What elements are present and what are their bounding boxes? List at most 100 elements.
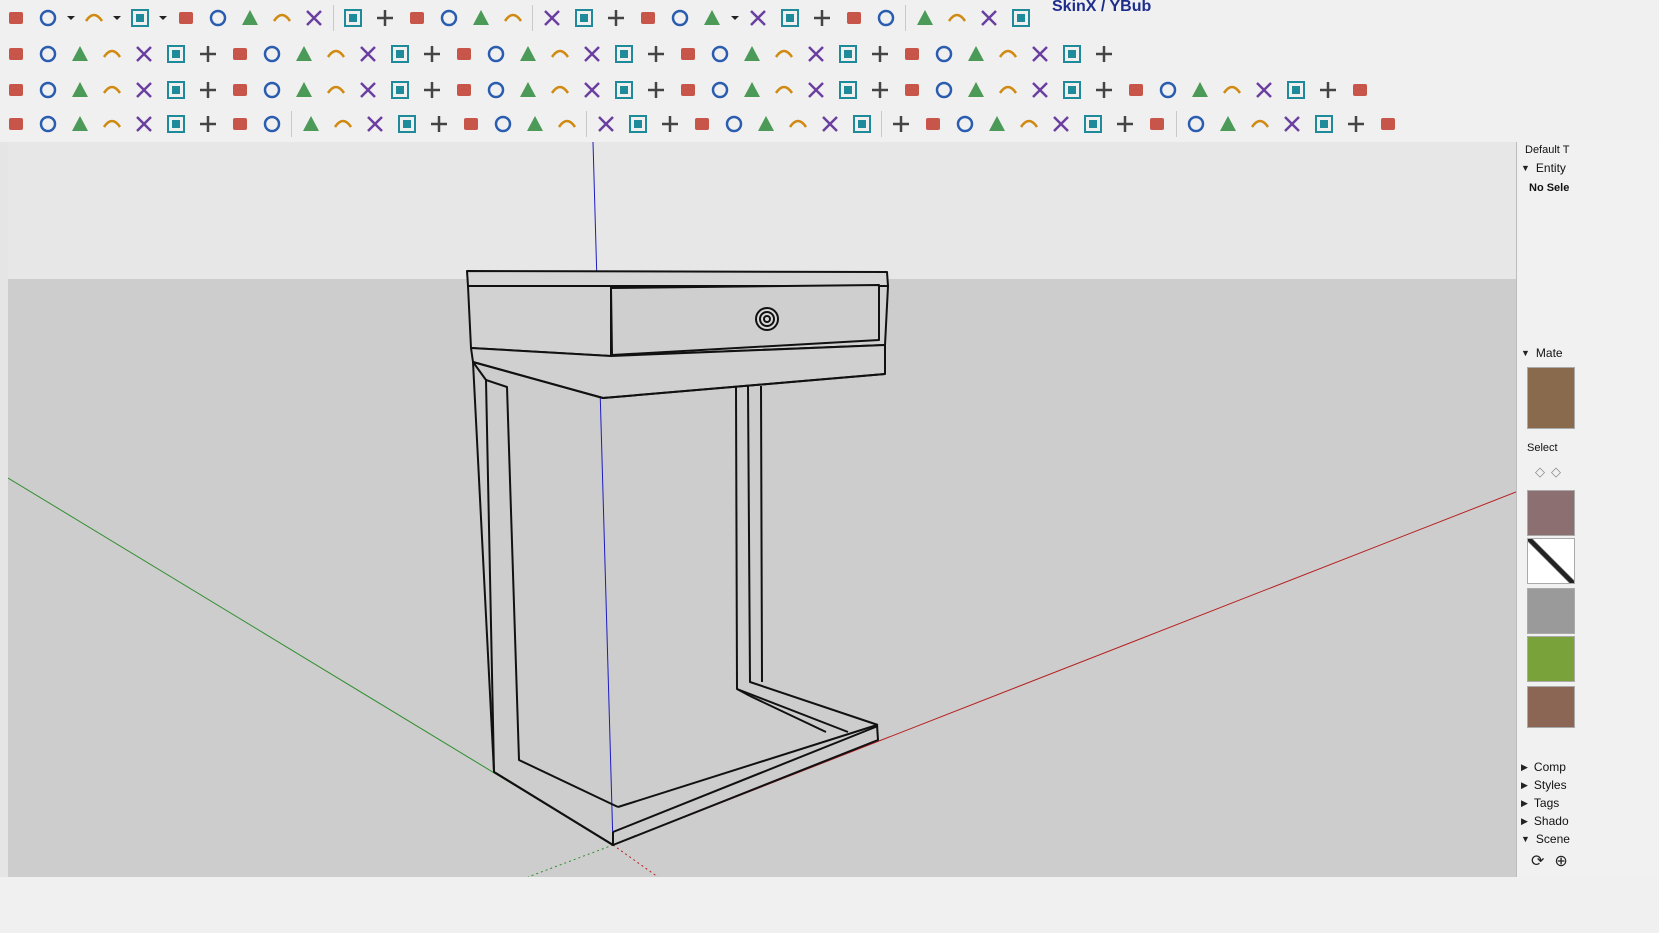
chevron-down-icon[interactable]	[64, 2, 78, 34]
plane-icon[interactable]	[0, 74, 32, 106]
copy-icon[interactable]	[1276, 108, 1308, 140]
spline-icon[interactable]	[32, 108, 64, 140]
wave-icon[interactable]	[96, 108, 128, 140]
skinx-3-icon[interactable]	[1005, 2, 1037, 34]
shape-b-icon[interactable]	[832, 74, 864, 106]
trim-icon[interactable]	[96, 38, 128, 70]
freehand-icon[interactable]	[295, 108, 327, 140]
dots-icon[interactable]	[384, 74, 416, 106]
panel-icon[interactable]	[224, 74, 256, 106]
sandbox-icon[interactable]	[664, 2, 696, 34]
spiral-icon[interactable]	[160, 74, 192, 106]
shape-c-icon[interactable]	[864, 74, 896, 106]
move-icon[interactable]	[234, 2, 266, 34]
current-material-swatch[interactable]	[1527, 367, 1575, 429]
section-plane-icon[interactable]	[568, 2, 600, 34]
shell-icon[interactable]	[256, 38, 288, 70]
red-slab-icon[interactable]	[96, 74, 128, 106]
curve-s-icon[interactable]	[128, 108, 160, 140]
grid-b-icon[interactable]	[981, 108, 1013, 140]
circle-2-icon[interactable]	[519, 108, 551, 140]
corner-icon[interactable]	[384, 38, 416, 70]
zoom-icon[interactable]	[497, 2, 529, 34]
gem-icon[interactable]	[896, 74, 928, 106]
select-icon[interactable]	[0, 38, 32, 70]
circle-icon[interactable]	[124, 2, 156, 34]
hook-icon[interactable]	[608, 74, 640, 106]
grid-h-icon[interactable]	[1180, 108, 1212, 140]
terrain-icon[interactable]	[590, 108, 622, 140]
fillet-icon[interactable]	[320, 38, 352, 70]
dash-b-icon[interactable]	[885, 108, 917, 140]
plus-icon[interactable]	[448, 74, 480, 106]
pinwheel-icon[interactable]	[640, 74, 672, 106]
octagon-icon[interactable]	[455, 108, 487, 140]
follow-me-icon[interactable]	[202, 2, 234, 34]
solid-split-icon[interactable]	[909, 2, 941, 34]
balance-icon[interactable]	[1344, 74, 1376, 106]
skinx-1-icon[interactable]	[941, 2, 973, 34]
spiral-2-icon[interactable]	[224, 108, 256, 140]
lattice-icon[interactable]	[992, 38, 1024, 70]
paint-bucket-icon[interactable]	[1216, 74, 1248, 106]
pattern-icon[interactable]	[928, 74, 960, 106]
section-cuts-icon[interactable]	[600, 2, 632, 34]
solid-subtract-icon[interactable]	[838, 2, 870, 34]
zoom-extents-icon[interactable]	[536, 2, 568, 34]
styles-header[interactable]: ▶ Styles	[1521, 776, 1659, 794]
skinx-2-icon[interactable]	[973, 2, 1005, 34]
paint-icon[interactable]	[401, 2, 433, 34]
lines-b-icon[interactable]	[782, 108, 814, 140]
window-icon[interactable]	[1372, 108, 1404, 140]
select-arrow-icon[interactable]	[654, 108, 686, 140]
truss-icon[interactable]	[544, 38, 576, 70]
grid-c-icon[interactable]	[1013, 108, 1045, 140]
curve-icon[interactable]	[192, 38, 224, 70]
pan-icon[interactable]	[465, 2, 497, 34]
stairs-icon[interactable]	[512, 38, 544, 70]
grid-e-icon[interactable]	[1077, 108, 1109, 140]
orbit-icon[interactable]	[433, 2, 465, 34]
deck-icon[interactable]	[832, 38, 864, 70]
chevron-down-icon[interactable]	[156, 2, 170, 34]
door-icon[interactable]	[256, 74, 288, 106]
loft-icon[interactable]	[224, 38, 256, 70]
wall-icon[interactable]	[704, 38, 736, 70]
scene-actions[interactable]: ⟳⊕	[1531, 851, 1578, 871]
tape-measure-icon[interactable]	[337, 2, 369, 34]
tags-header[interactable]: ▶ Tags	[1521, 794, 1659, 812]
shape-a-icon[interactable]	[800, 74, 832, 106]
solid-union-icon[interactable]	[806, 2, 838, 34]
lines-a-icon[interactable]	[750, 108, 782, 140]
checker-icon[interactable]	[1244, 108, 1276, 140]
arc-icon[interactable]	[78, 2, 110, 34]
cabinet-icon[interactable]	[288, 74, 320, 106]
tri-icon[interactable]	[551, 108, 583, 140]
scenes-header[interactable]: ▼ Scene	[1521, 830, 1659, 848]
compass-icon[interactable]	[704, 74, 736, 106]
modeling-viewport[interactable]	[8, 142, 1516, 877]
materials-header[interactable]: ▼ Mate	[1521, 344, 1659, 362]
magnet-icon[interactable]	[768, 74, 800, 106]
panel-icon[interactable]	[768, 38, 800, 70]
map-2-icon[interactable]	[622, 108, 654, 140]
scatter-icon[interactable]	[1056, 74, 1088, 106]
grid-d-icon[interactable]	[1045, 108, 1077, 140]
lines-c-icon[interactable]	[814, 108, 846, 140]
flip-icon[interactable]	[1308, 108, 1340, 140]
push-pull-icon[interactable]	[170, 2, 202, 34]
rafter-icon[interactable]	[576, 38, 608, 70]
text-icon[interactable]	[369, 2, 401, 34]
user-icon[interactable]	[696, 2, 728, 34]
tag-icon[interactable]	[774, 2, 806, 34]
lumber-icon[interactable]	[1024, 38, 1056, 70]
map-icon[interactable]	[742, 2, 774, 34]
rotate-icon[interactable]	[266, 2, 298, 34]
arc-4-icon[interactable]	[391, 108, 423, 140]
hammer-icon[interactable]	[1248, 74, 1280, 106]
timber-icon[interactable]	[1056, 38, 1088, 70]
beam-icon[interactable]	[960, 38, 992, 70]
material-nav-arrows[interactable]: ◇◇	[1535, 464, 1567, 480]
box-icon[interactable]	[736, 74, 768, 106]
siding-icon[interactable]	[736, 38, 768, 70]
